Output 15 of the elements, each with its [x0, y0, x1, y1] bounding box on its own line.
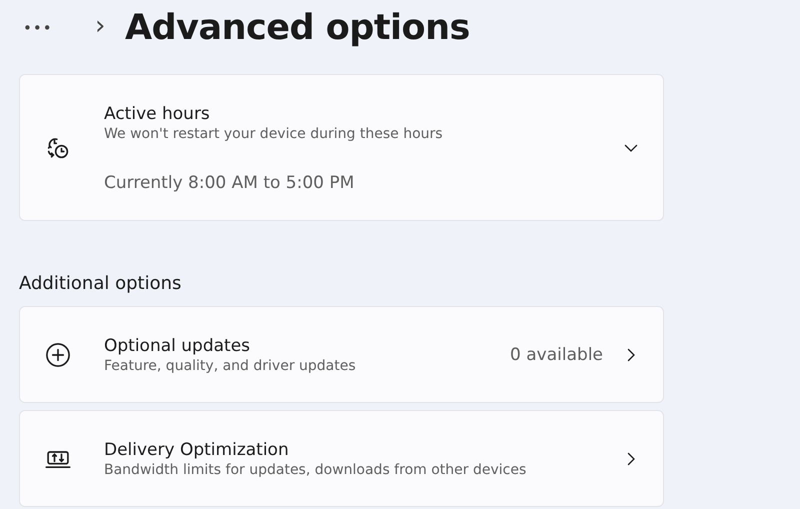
section-heading: Additional options — [19, 273, 182, 294]
more-button[interactable]: ••• — [19, 19, 71, 37]
card-description: We won't restart your device during these hours — [104, 124, 444, 142]
card-description: Bandwidth limits for updates, downloads from other devices — [104, 460, 528, 478]
card-description: Feature, quality, and driver updates — [104, 356, 357, 374]
card-detail: Currently 8:00 AM to 5:00 PM — [104, 172, 356, 192]
settings-card[interactable]: Delivery Optimization Bandwidth limits for updates, downloads from other devices — [19, 410, 664, 507]
breadcrumb-separator: › — [95, 11, 106, 41]
page-title: Advanced options — [125, 8, 470, 48]
status-text: 0 available — [510, 344, 603, 364]
card-title: Delivery Optimization — [104, 438, 290, 460]
card-title: Active hours — [104, 102, 211, 124]
card-title: Optional updates — [104, 334, 252, 356]
settings-card[interactable]: Optional updates Feature, quality, and driver updates 0 available — [19, 306, 664, 403]
expander-card[interactable]: Active hours We won't restart your device during these hours Currently 8:00 AM to 5:00 PM — [19, 74, 664, 221]
